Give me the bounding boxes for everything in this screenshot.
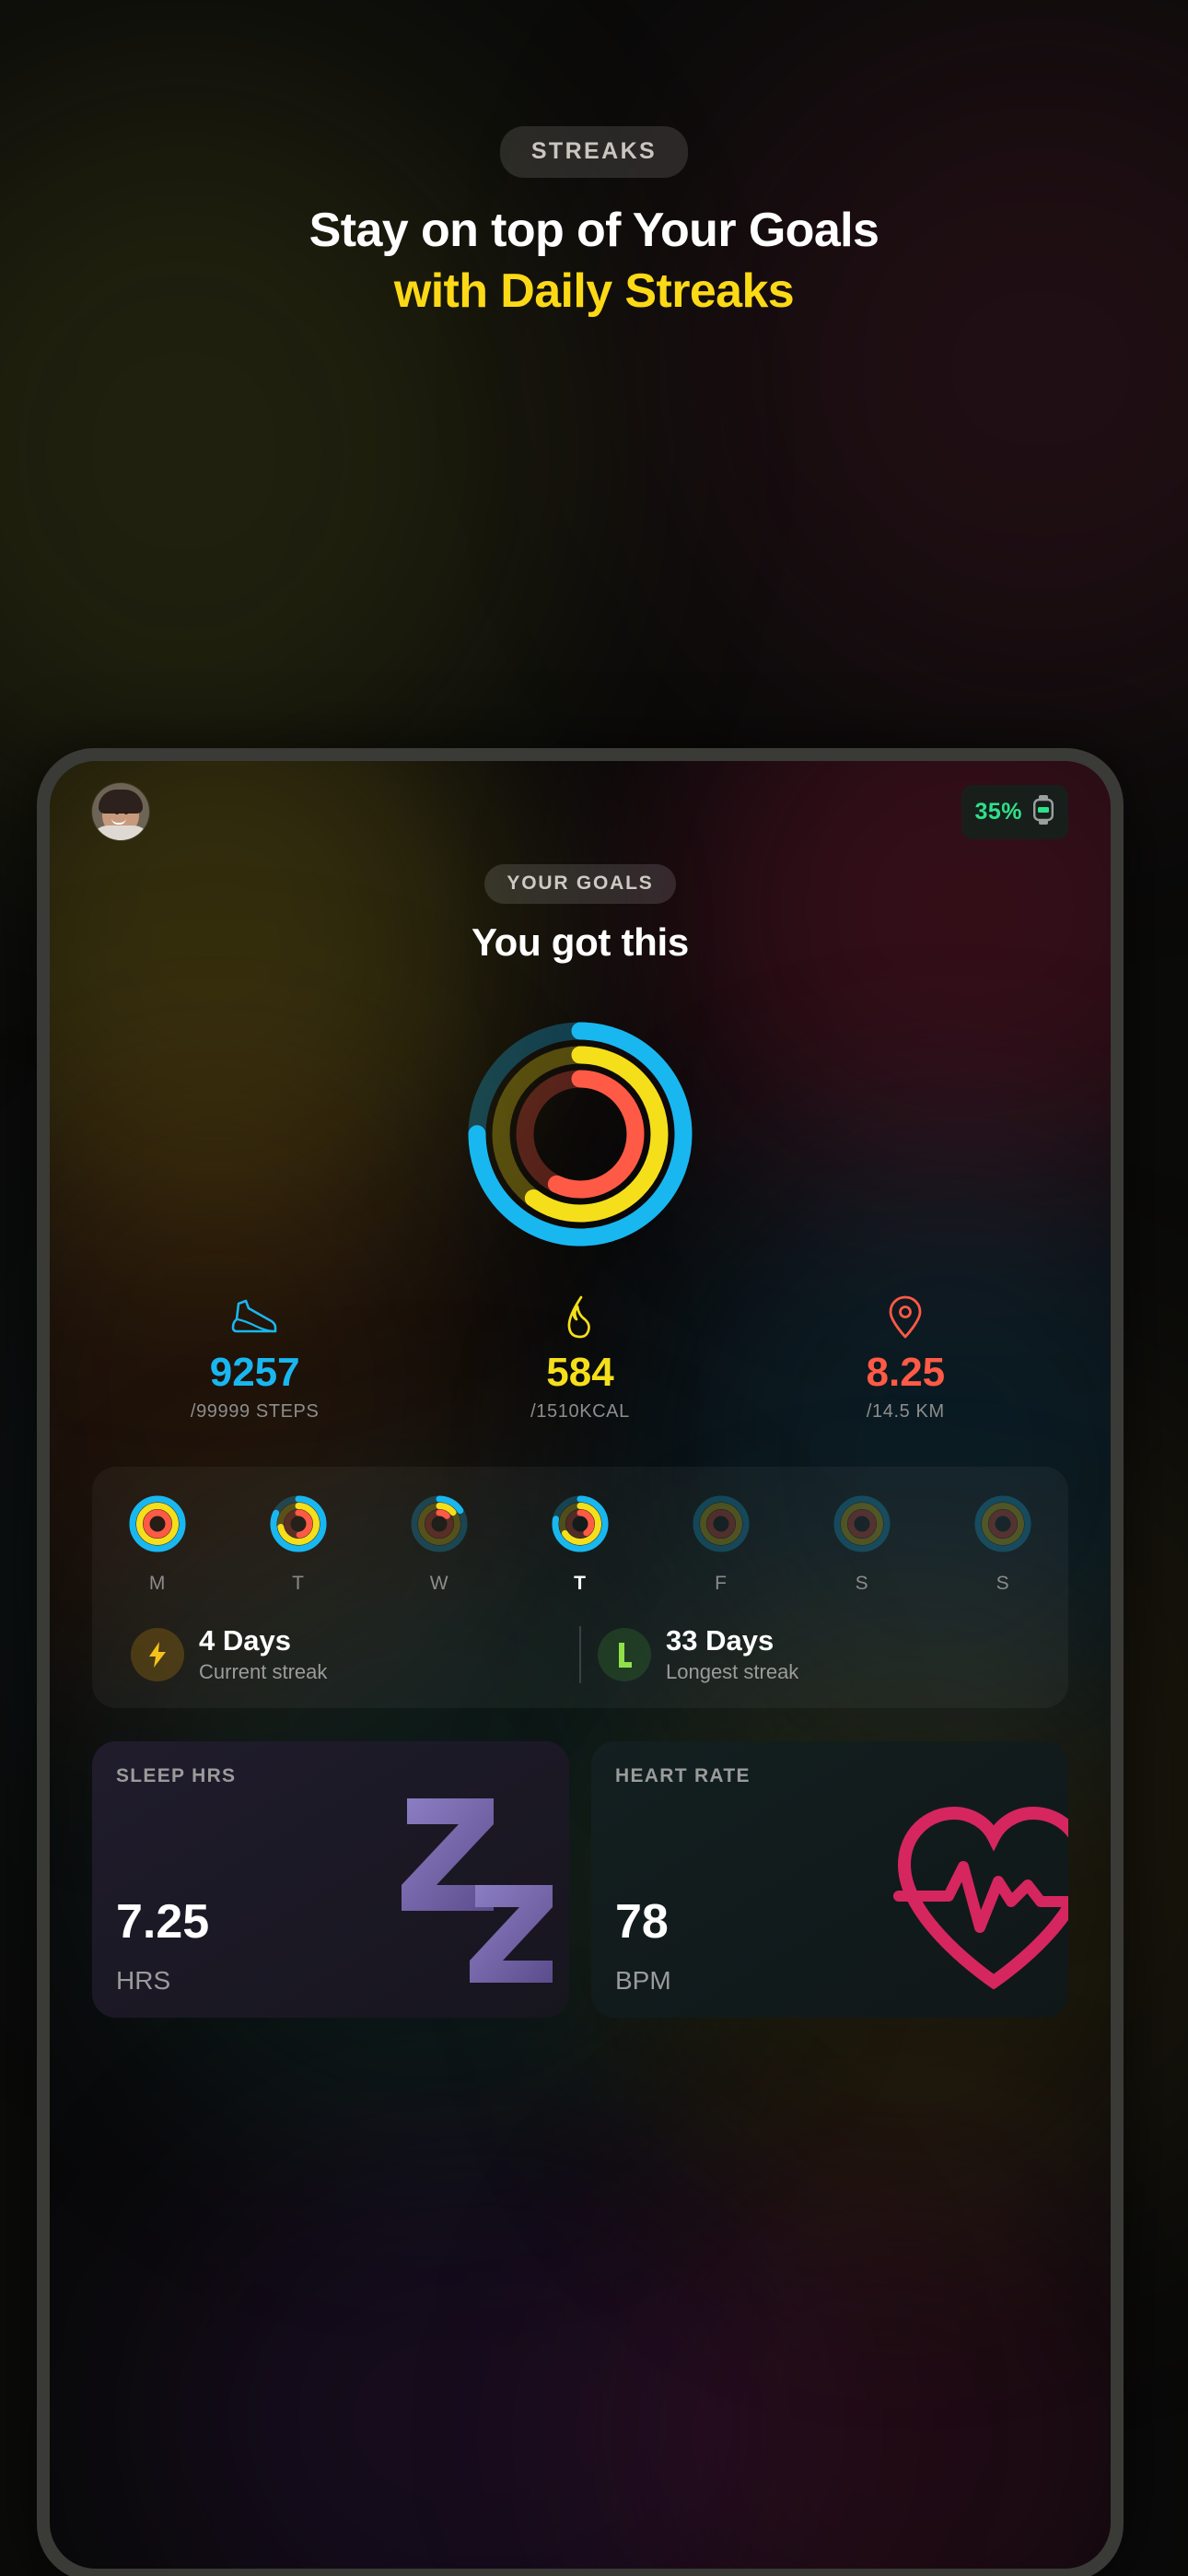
day-t[interactable]: T [261,1493,336,1595]
your-goals-badge: YOUR GOALS [484,864,676,904]
day-label: S [855,1573,869,1594]
day-label: M [148,1573,167,1594]
headline-line-1: Stay on top of Your Goals [309,204,879,257]
day-rings-icon [411,1495,468,1552]
stat-distance[interactable]: 8.25 /14.5 KM [743,1293,1068,1423]
day-rings-icon [974,1495,1031,1552]
heart-rate-card-title: HEART RATE [615,1765,751,1786]
heart-rate-card[interactable]: HEART RATE 78 BPM [591,1741,1068,2018]
screenshot-root: STREAKS Stay on top of Your Goals with D… [0,0,1188,2576]
streaks-badge: STREAKS [499,126,689,178]
phone-mockup: 35% YOUR GOALS You got this 9257 /99999 … [37,748,1124,2576]
day-w[interactable]: W [402,1493,477,1595]
location-pin-icon [743,1293,1068,1342]
heart-pulse-icon [888,1793,1068,2000]
activity-rings[interactable] [92,1016,1068,1252]
avatar[interactable] [92,783,149,840]
day-m[interactable]: M [120,1493,195,1595]
day-s[interactable]: S [824,1493,900,1595]
activity-rings-svg [468,1022,693,1247]
flame-icon [417,1293,742,1342]
streak-card: M T W T F S S 4 Days Current streak 33 D… [92,1467,1068,1708]
day-s[interactable]: S [965,1493,1041,1595]
current-streak[interactable]: 4 Days Current streak [114,1624,579,1684]
longest-streak-value: 33 Days [666,1624,775,1657]
heart-rate-card-value: 78 [615,1895,669,1949]
stat-distance-sub: /14.5 KM [866,1401,945,1422]
day-label: S [996,1573,1010,1594]
longest-streak-caption: Longest streak [666,1660,799,1683]
day-rings-icon [129,1495,186,1552]
app-topbar: 35% [92,761,1068,840]
current-streak-value: 4 Days [199,1624,291,1657]
avatar-hair [99,790,143,814]
sleep-zz-icon [390,1789,569,2006]
phone-screen: 35% YOUR GOALS You got this 9257 /99999 … [50,761,1111,2569]
screen-title: You got this [472,920,689,964]
stat-calories-value: 584 [546,1350,614,1395]
longest-streak[interactable]: 33 Days Longest streak [581,1624,1046,1684]
headline-line-2: with Daily Streaks [393,264,795,319]
your-goals-badge-wrap: YOUR GOALS [92,864,1068,904]
day-label: F [715,1573,728,1594]
longest-streak-l-icon [598,1627,651,1681]
day-label: W [429,1573,449,1594]
day-rings-icon [693,1495,750,1552]
bottom-cards-row: SLEEP HRS 7.25 HRS HEART RATE 78 BPM [92,1741,1068,2018]
streak-stats-row: 4 Days Current streak 33 Days Longest st… [114,1624,1046,1684]
day-t-today[interactable]: T [542,1493,618,1595]
current-streak-caption: Current streak [199,1660,328,1683]
hero-headline: Stay on top of Your Goals with Daily Str… [0,204,1188,320]
stat-steps-value: 9257 [209,1350,300,1395]
stats-row: 9257 /99999 STEPS 584 /1510KCAL 8.25 /14… [92,1293,1068,1423]
sleep-card-unit: HRS [116,1966,171,1995]
avatar-shoulders [92,825,149,840]
watch-battery-badge[interactable]: 35% [961,784,1068,839]
sleep-card[interactable]: SLEEP HRS 7.25 HRS [92,1741,569,2018]
stat-steps[interactable]: 9257 /99999 STEPS [92,1293,417,1423]
sleep-card-title: SLEEP HRS [116,1765,237,1786]
day-label: T [292,1573,305,1594]
smartwatch-icon [1031,794,1055,830]
hero-section: STREAKS Stay on top of Your Goals with D… [0,0,1188,320]
day-label: T [574,1573,587,1594]
day-f[interactable]: F [683,1493,759,1595]
stat-calories-sub: /1510KCAL [530,1401,630,1422]
sleep-card-value: 7.25 [116,1895,210,1949]
stat-steps-sub: /99999 STEPS [190,1401,320,1422]
avatar-eye-right [123,810,128,814]
weekly-days-row: M T W T F S S [114,1493,1046,1595]
stat-calories[interactable]: 584 /1510KCAL [417,1293,742,1423]
heart-rate-card-unit: BPM [615,1966,671,1995]
day-rings-icon [833,1495,891,1552]
day-rings-icon [270,1495,327,1552]
day-rings-icon [552,1495,609,1552]
stat-distance-value: 8.25 [866,1350,946,1395]
battery-percent-label: 35% [974,798,1022,825]
lightning-bolt-icon [131,1627,184,1681]
shoe-icon [92,1293,417,1342]
